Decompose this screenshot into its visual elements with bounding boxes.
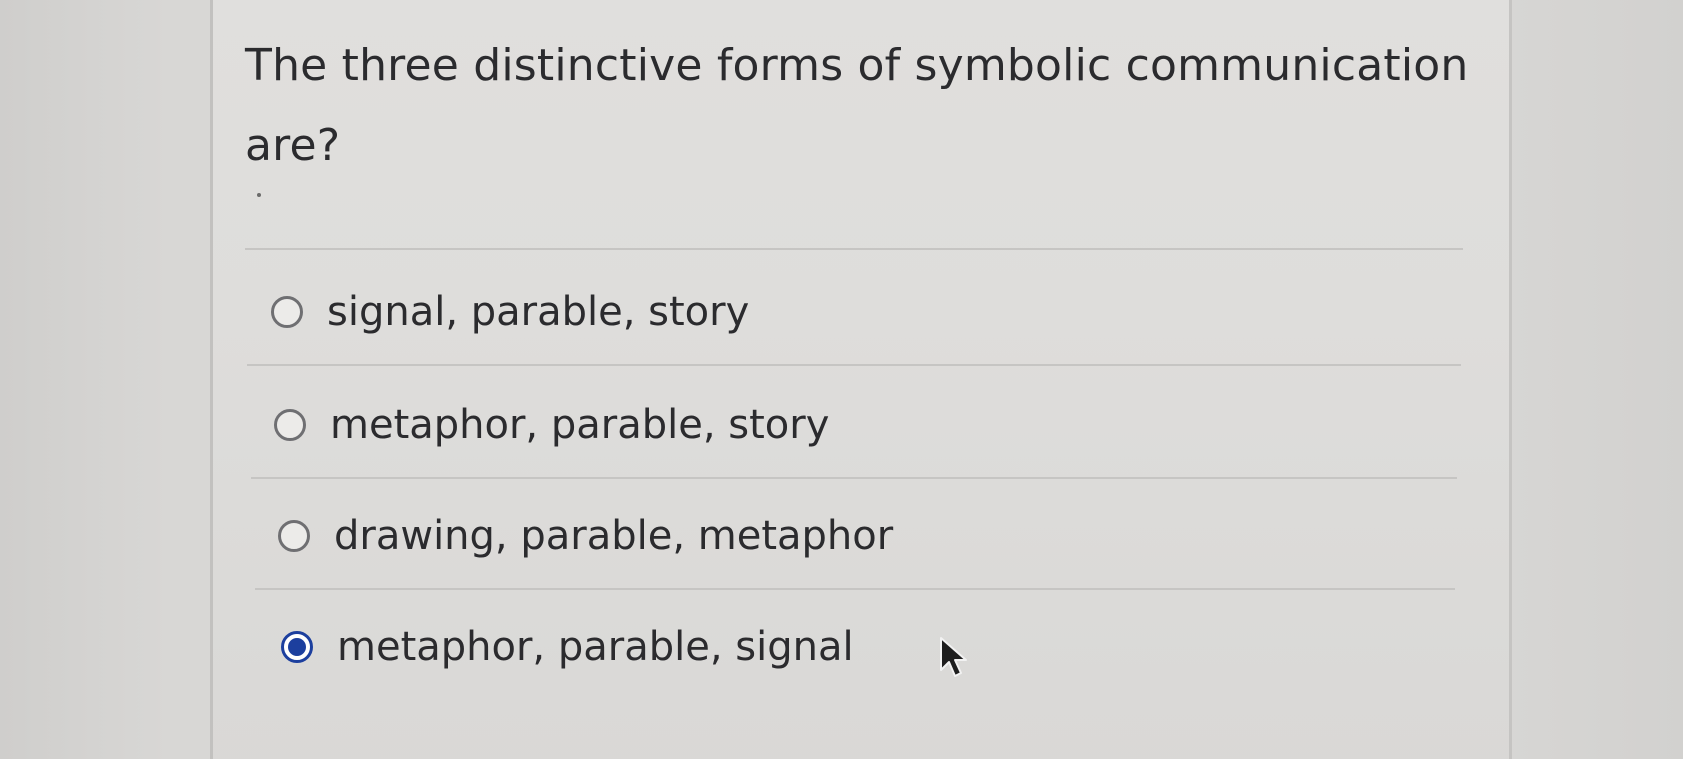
divider — [255, 588, 1455, 590]
option-metaphor-parable-signal[interactable]: metaphor, parable, signal — [281, 617, 854, 677]
mouse-pointer-arrow-icon — [940, 637, 967, 677]
dust-speck — [257, 193, 261, 197]
radio-button-icon[interactable] — [274, 409, 306, 441]
divider — [247, 364, 1461, 366]
option-label[interactable]: metaphor, parable, story — [330, 402, 829, 448]
radio-button-icon[interactable] — [278, 520, 310, 552]
option-drawing-parable-metaphor[interactable]: drawing, parable, metaphor — [278, 506, 893, 566]
divider — [251, 477, 1457, 479]
option-label[interactable]: signal, parable, story — [327, 289, 749, 335]
question-text: The three distinctive forms of symbolic … — [245, 40, 1469, 171]
option-signal-parable-story[interactable]: signal, parable, story — [271, 282, 749, 342]
radio-button-icon[interactable] — [271, 296, 303, 328]
option-metaphor-parable-story[interactable]: metaphor, parable, story — [274, 395, 829, 455]
option-label[interactable]: drawing, parable, metaphor — [334, 513, 893, 559]
question-card: The three distinctive forms of symbolic … — [210, 0, 1512, 759]
radio-button-selected-icon[interactable] — [281, 631, 313, 663]
option-label[interactable]: metaphor, parable, signal — [337, 624, 854, 670]
screen: The three distinctive forms of symbolic … — [0, 0, 1683, 759]
divider — [245, 248, 1463, 250]
